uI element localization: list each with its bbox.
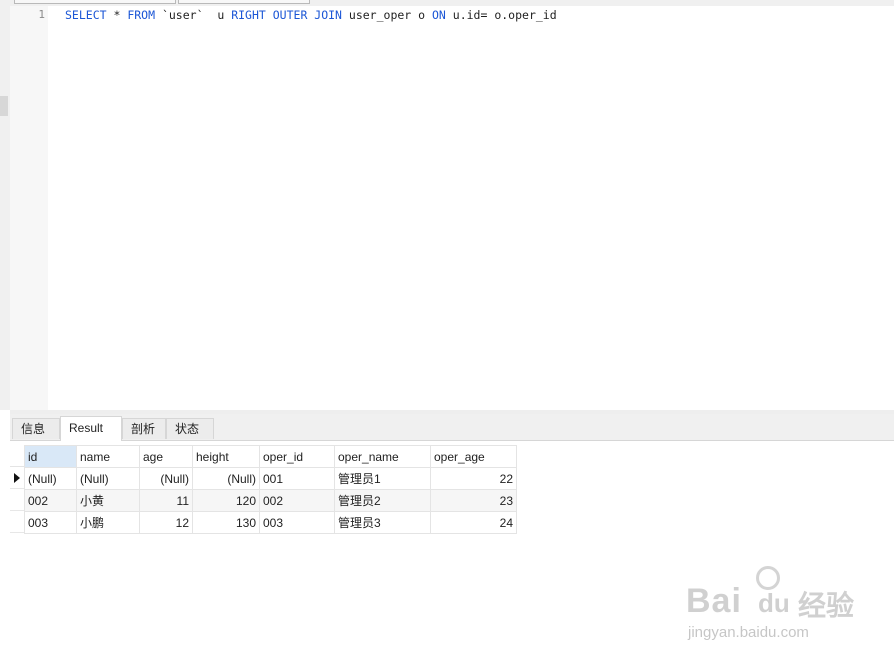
keyword-right-outer-join: RIGHT OUTER JOIN (231, 8, 342, 22)
sql-editor[interactable]: 1 SELECT * FROM `user` u RIGHT OUTER JOI… (10, 6, 894, 410)
column-header-oper-id[interactable]: oper_id (259, 445, 335, 468)
table-row[interactable]: 003 小鹏 12 130 003 管理员3 24 (24, 511, 517, 534)
cell-oper-name[interactable]: 管理员3 (334, 511, 431, 534)
table-row[interactable]: (Null) (Null) (Null) (Null) 001 管理员1 22 (24, 467, 517, 490)
cell-id[interactable]: (Null) (24, 467, 77, 490)
sql-token: * (106, 8, 128, 22)
sql-token: u.id= o.oper_id (445, 8, 557, 22)
cell-oper-id[interactable]: 002 (259, 489, 335, 512)
row-indicator[interactable] (10, 467, 24, 489)
paw-icon (756, 566, 780, 590)
keyword-from: FROM (127, 8, 156, 22)
row-indicator-column (10, 445, 24, 533)
column-header-id[interactable]: id (24, 445, 77, 468)
sql-token: user_oper o (341, 8, 432, 22)
row-indicator[interactable] (10, 511, 24, 533)
column-header-name[interactable]: name (76, 445, 140, 468)
cell-height[interactable]: (Null) (192, 467, 260, 490)
column-header-height[interactable]: height (192, 445, 260, 468)
cell-oper-age[interactable]: 23 (430, 489, 517, 512)
cell-height[interactable]: 130 (192, 511, 260, 534)
cell-name[interactable]: 小黄 (76, 489, 140, 512)
sql-query-line[interactable]: SELECT * FROM `user` u RIGHT OUTER JOIN … (65, 8, 557, 22)
table-row[interactable]: 002 小黄 11 120 002 管理员2 23 (24, 489, 517, 512)
result-table: id name age height oper_id oper_name ope… (24, 445, 517, 534)
cell-age[interactable]: 11 (139, 489, 193, 512)
cell-id[interactable]: 002 (24, 489, 77, 512)
cell-height[interactable]: 120 (192, 489, 260, 512)
column-header-oper-name[interactable]: oper_name (334, 445, 431, 468)
tab-info[interactable]: 信息 (12, 418, 60, 439)
indicator-header (10, 445, 24, 467)
row-indicator[interactable] (10, 489, 24, 511)
cell-age[interactable]: 12 (139, 511, 193, 534)
cell-oper-age[interactable]: 24 (430, 511, 517, 534)
tab-status[interactable]: 状态 (166, 418, 214, 439)
keyword-select: SELECT (65, 8, 107, 22)
tab-profile[interactable]: 剖析 (122, 418, 166, 439)
keyword-on: ON (432, 8, 446, 22)
column-header-age[interactable]: age (139, 445, 193, 468)
query-tab-edge[interactable] (14, 0, 176, 4)
line-gutter: 1 (10, 6, 48, 410)
query-tab-edge-2[interactable] (178, 0, 310, 4)
left-panel-handle[interactable] (0, 96, 8, 116)
tab-result-1[interactable]: Result 1 (60, 416, 122, 458)
result-tabbar: 信息 Result 1 剖析 状态 (10, 414, 894, 458)
watermark-brand-2: du (758, 588, 790, 618)
cell-oper-name[interactable]: 管理员2 (334, 489, 431, 512)
header-row: id name age height oper_id oper_name ope… (24, 445, 517, 468)
cell-oper-name[interactable]: 管理员1 (334, 467, 431, 490)
cell-name[interactable]: (Null) (76, 467, 140, 490)
sql-token: `user` u (155, 8, 232, 22)
baidu-jingyan-watermark: Bai du 经验 jingyan.baidu.com (686, 566, 886, 646)
watermark-brand: Bai (686, 582, 742, 620)
cell-name[interactable]: 小鹏 (76, 511, 140, 534)
cell-oper-id[interactable]: 003 (259, 511, 335, 534)
left-panel-edge (0, 6, 10, 410)
cell-age[interactable]: (Null) (139, 467, 193, 490)
watermark-url: jingyan.baidu.com (688, 624, 809, 641)
cell-id[interactable]: 003 (24, 511, 77, 534)
cell-oper-id[interactable]: 001 (259, 467, 335, 490)
column-header-oper-age[interactable]: oper_age (430, 445, 517, 468)
line-number: 1 (38, 8, 45, 21)
cell-oper-age[interactable]: 22 (430, 467, 517, 490)
current-row-arrow-icon (14, 473, 20, 483)
watermark-cn: 经验 (798, 590, 855, 621)
